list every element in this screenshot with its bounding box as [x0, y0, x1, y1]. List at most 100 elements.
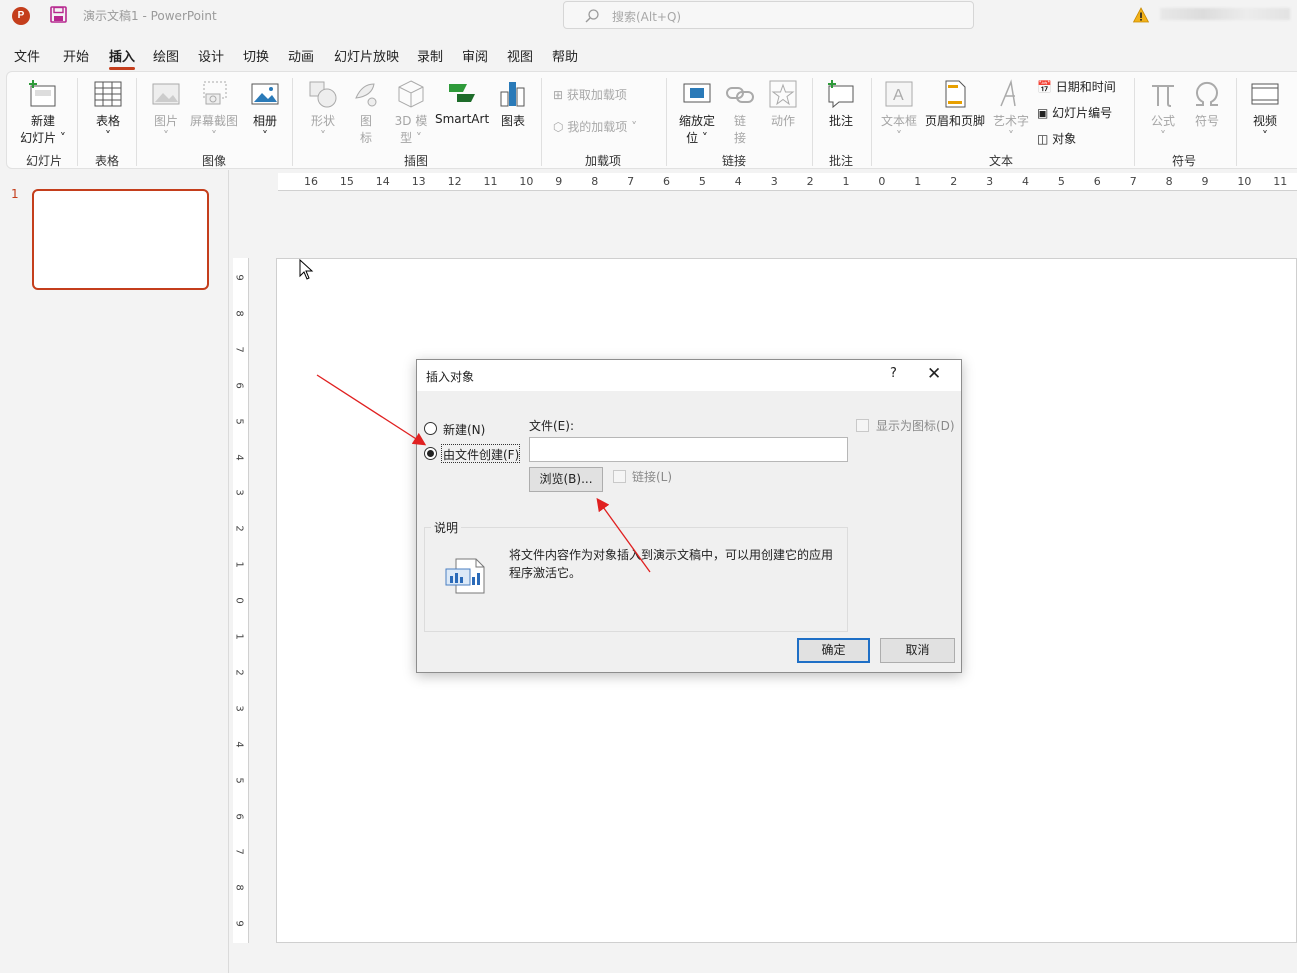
group-separator — [136, 78, 137, 166]
help-button[interactable]: ? — [890, 366, 897, 381]
tab-design[interactable]: 设计 — [198, 46, 224, 65]
title-bar: P 演示文稿1 - PowerPoint 搜索(Alt+Q) — [0, 0, 1297, 32]
wordart-button[interactable]: 艺术字 ˅ — [991, 78, 1031, 143]
video-button[interactable]: 视频 ˅ — [1245, 78, 1285, 143]
group-label-illustrations: 插图 — [404, 154, 429, 168]
ruler-tick-label: 15 — [339, 175, 354, 188]
zoom-button[interactable]: 缩放定 位 ˅ — [675, 78, 719, 146]
group-separator — [77, 78, 78, 166]
icons-button[interactable]: 图 标 — [347, 78, 385, 146]
chart-button[interactable]: 图表 — [495, 78, 531, 129]
description-title: 说明 — [431, 519, 462, 536]
equation-label: 公式 — [1150, 114, 1175, 128]
new-slide-button[interactable]: 新建 幻灯片 ˅ — [17, 78, 69, 146]
tab-view[interactable]: 视图 — [507, 46, 533, 65]
tab-help[interactable]: 帮助 — [552, 46, 578, 65]
tab-home[interactable]: 开始 — [63, 46, 89, 65]
powerpoint-logo-icon: P — [12, 7, 30, 25]
tab-insert[interactable]: 插入 — [109, 46, 136, 70]
browse-button[interactable]: 浏览(B)... — [529, 467, 603, 492]
object-label: 对象 — [1052, 132, 1077, 146]
date-time-button[interactable]: 📅 日期和时间 — [1037, 78, 1116, 95]
chevron-down-icon: ˅ — [1008, 129, 1014, 143]
header-footer-button[interactable]: 页眉和页脚 — [923, 78, 987, 129]
object-button[interactable]: ◫ 对象 — [1037, 130, 1076, 147]
mouse-cursor-icon — [299, 259, 314, 280]
symbol-button[interactable]: 符号 — [1187, 78, 1227, 129]
smartart-button[interactable]: SmartArt — [435, 78, 489, 126]
close-button[interactable]: ✕ — [927, 364, 941, 384]
comment-button[interactable]: 批注 — [821, 78, 861, 129]
action-button[interactable]: 动作 — [763, 78, 803, 129]
dialog-titlebar: 插入对象 ? ✕ — [417, 360, 961, 391]
ruler-tick-label: 3 — [770, 175, 778, 188]
screenshot-button[interactable]: 屏幕截图 ˅ — [189, 78, 239, 143]
3d-models-button[interactable]: 3D 模 型 ˅ — [391, 78, 431, 146]
textbox-label: 文本框 — [880, 114, 917, 128]
ruler-tick-label: 2 — [233, 669, 245, 676]
tab-review[interactable]: 审阅 — [462, 46, 488, 65]
ruler-tick-label: 6 — [663, 175, 670, 188]
new-slide-label-2: 幻灯片 ˅ — [20, 131, 66, 145]
screenshot-label: 屏幕截图 — [189, 114, 238, 128]
equation-button[interactable]: 公式 ˅ — [1143, 78, 1183, 143]
tab-animations[interactable]: 动画 — [288, 46, 314, 65]
object-icon: ◫ — [1037, 132, 1049, 146]
blurred-account-area — [1160, 8, 1290, 20]
ruler-tick-label: 3 — [233, 705, 245, 712]
ruler-tick-label: 1 — [233, 633, 245, 640]
ruler-tick-label: 7 — [233, 346, 245, 353]
ruler-tick-label: 1 — [914, 175, 922, 188]
cube-icon — [398, 80, 424, 108]
chevron-down-icon: ˅ — [1160, 129, 1166, 143]
shapes-button[interactable]: 形状 ˅ — [303, 78, 343, 143]
link-button[interactable]: 链 接 — [723, 78, 757, 146]
save-icon[interactable] — [50, 6, 67, 23]
file-path-input[interactable] — [529, 437, 848, 462]
ruler-tick-label: 7 — [1129, 175, 1137, 188]
tab-file[interactable]: 文件 — [14, 46, 40, 65]
group-label-symbols: 符号 — [1172, 154, 1197, 168]
chevron-down-icon: ˅ — [211, 129, 217, 143]
tab-record[interactable]: 录制 — [417, 46, 443, 65]
store-icon: ⊞ — [553, 88, 567, 102]
ribbon: 新建 幻灯片 ˅ 幻灯片 表格 ˅ 表格 图片 ˅ 屏幕截图 ˅ 相册 ˅ 图像… — [6, 71, 1297, 169]
slide-number: 1 — [11, 187, 19, 201]
group-separator — [541, 78, 542, 166]
ruler-tick-label: 2 — [233, 525, 245, 532]
group-label-slides: 幻灯片 — [26, 154, 63, 168]
table-button[interactable]: 表格 ˅ — [87, 78, 129, 143]
ruler-tick-label: 7 — [627, 175, 635, 188]
get-addins-button[interactable]: ⊞ 获取加载项 — [553, 86, 627, 103]
table-label: 表格 — [95, 114, 120, 128]
smartart-icon — [449, 84, 475, 102]
cancel-button[interactable]: 取消 — [880, 638, 955, 663]
description-text: 将文件内容作为对象插入到演示文稿中，可以用创建它的应用程序激活它。 — [509, 548, 834, 580]
zoom-icon — [683, 83, 711, 103]
tab-draw[interactable]: 绘图 — [153, 46, 179, 65]
radio-create-from-file-label: 由文件创建(F) — [443, 448, 520, 462]
my-addins-label: 我的加载项 — [567, 120, 628, 134]
my-addins-button[interactable]: ⬡ 我的加载项 ˅ — [553, 118, 637, 135]
omega-icon — [1196, 81, 1218, 106]
radio-create-new[interactable] — [424, 422, 437, 435]
tab-slideshow[interactable]: 幻灯片放映 — [334, 46, 399, 65]
zoom-label-1: 缩放定 — [678, 114, 715, 128]
tab-transitions[interactable]: 切换 — [243, 46, 269, 65]
screenshot-icon — [203, 81, 227, 105]
slide-number-button[interactable]: ▣ 幻灯片编号 — [1037, 104, 1112, 121]
ruler-tick-label: 9 — [233, 274, 245, 281]
display-as-icon-checkbox[interactable] — [856, 419, 869, 432]
chevron-down-icon: ˅ — [627, 120, 638, 134]
search-box[interactable]: 搜索(Alt+Q) — [563, 1, 974, 29]
slide-thumbnail[interactable] — [32, 189, 209, 290]
ok-button[interactable]: 确定 — [797, 638, 870, 663]
ruler-tick-label: 5 — [233, 776, 245, 784]
warning-icon[interactable] — [1133, 7, 1149, 23]
album-button[interactable]: 相册 ˅ — [244, 78, 286, 143]
link-checkbox[interactable] — [613, 470, 626, 483]
radio-create-from-file[interactable] — [424, 447, 437, 460]
picture-button[interactable]: 图片 ˅ — [145, 78, 187, 143]
textbox-button[interactable]: A 文本框 ˅ — [879, 78, 919, 143]
header-footer-icon — [945, 80, 966, 108]
